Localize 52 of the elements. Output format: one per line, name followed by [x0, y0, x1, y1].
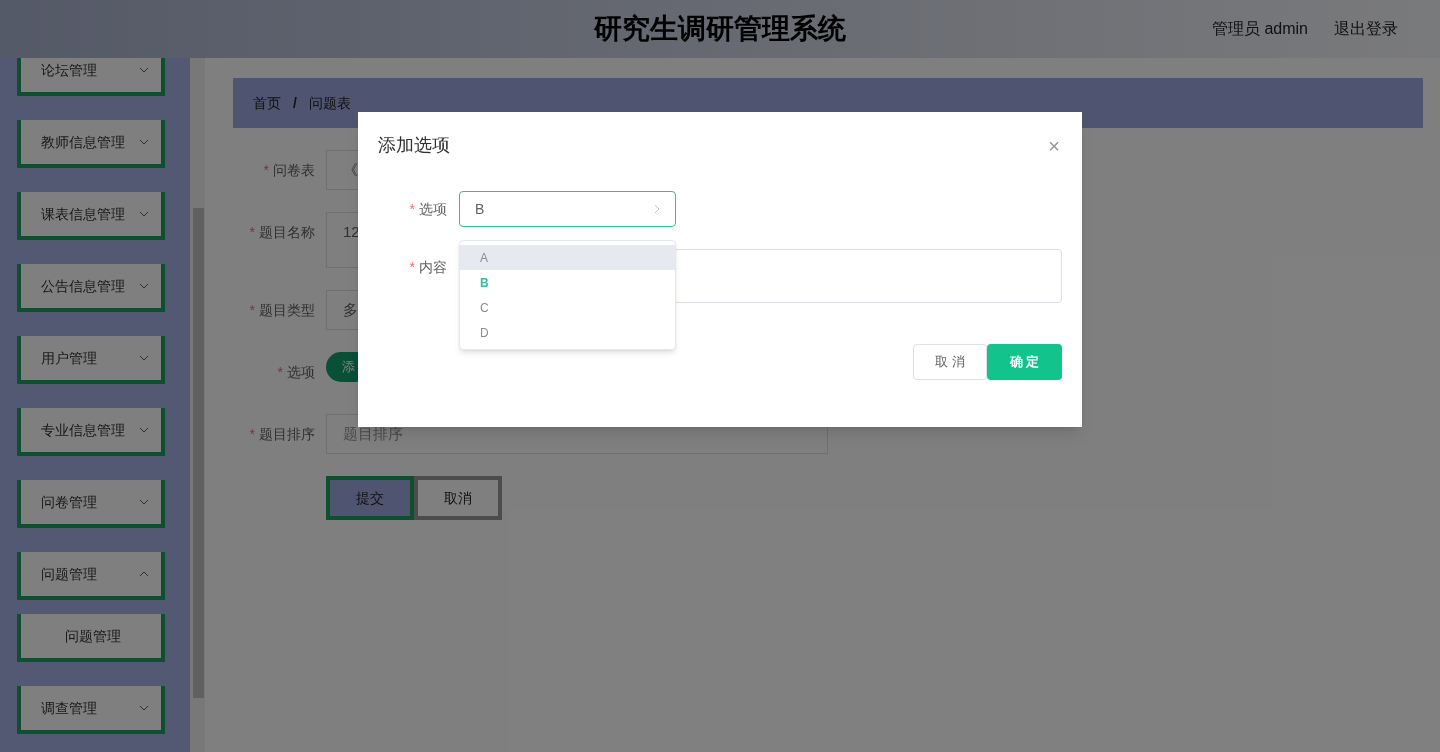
chevron-icon: [139, 67, 149, 73]
field-label: 题目名称: [259, 222, 315, 242]
field-label: 题目排序: [259, 424, 315, 444]
cancel-button[interactable]: 取消: [414, 476, 502, 520]
logout-link[interactable]: 退出登录: [1334, 17, 1398, 41]
required-mark: *: [249, 424, 255, 444]
menu-item[interactable]: 课表信息管理: [17, 192, 165, 240]
dropdown-option[interactable]: A: [460, 245, 675, 270]
chevron-icon: [139, 427, 149, 433]
menu-item[interactable]: 问题管理: [17, 552, 165, 600]
cancel-button[interactable]: 取 消: [913, 344, 987, 380]
dropdown-option[interactable]: C: [460, 295, 675, 320]
menu-item[interactable]: 专业信息管理: [17, 408, 165, 456]
chevron-icon: [139, 499, 149, 505]
menu-item[interactable]: 论坛管理: [17, 58, 165, 96]
breadcrumb-link[interactable]: 问题表: [308, 92, 351, 114]
menu-item[interactable]: 问卷管理: [17, 480, 165, 528]
field-label: 题目类型: [259, 300, 315, 320]
required-mark: *: [409, 199, 415, 219]
required-mark: *: [249, 300, 255, 320]
chevron-icon: [139, 355, 149, 361]
dialog-title: 添加选项: [378, 134, 450, 157]
breadcrumb-separator: /: [293, 93, 297, 113]
user-label: 管理员 admin: [1211, 19, 1308, 39]
breadcrumb-link[interactable]: 首页: [253, 92, 281, 114]
field-label: 选项: [287, 362, 315, 382]
close-button[interactable]: ×: [1048, 135, 1060, 156]
dropdown-option[interactable]: D: [460, 320, 675, 345]
chevron-icon: [654, 204, 660, 214]
system-title: 研究生调研管理系统: [594, 12, 846, 46]
dropdown-option[interactable]: B: [460, 270, 675, 295]
chevron-icon: [139, 139, 149, 145]
scrollbar-thumb[interactable]: [193, 208, 204, 698]
chevron-icon: [139, 211, 149, 217]
menu-item[interactable]: 公告信息管理: [17, 264, 165, 312]
menu-item[interactable]: 用户管理: [17, 336, 165, 384]
chevron-icon: [139, 705, 149, 711]
required-mark: *: [249, 222, 255, 242]
chevron-icon: [139, 283, 149, 289]
submit-button[interactable]: 提交: [326, 476, 414, 520]
required-mark: *: [277, 362, 283, 382]
field-label: 内容: [419, 258, 447, 277]
required-mark: *: [263, 160, 269, 180]
field-label: 问卷表: [273, 160, 315, 180]
submenu-item[interactable]: 问题管理: [17, 614, 165, 662]
required-mark: *: [409, 258, 415, 277]
confirm-button[interactable]: 确 定: [987, 344, 1062, 380]
menu-item[interactable]: 教师信息管理: [17, 120, 165, 168]
chevron-icon: [139, 571, 149, 577]
select-field[interactable]: B: [459, 191, 676, 227]
menu-item[interactable]: 调查管理: [17, 686, 165, 734]
field-label: 选项: [419, 199, 447, 219]
